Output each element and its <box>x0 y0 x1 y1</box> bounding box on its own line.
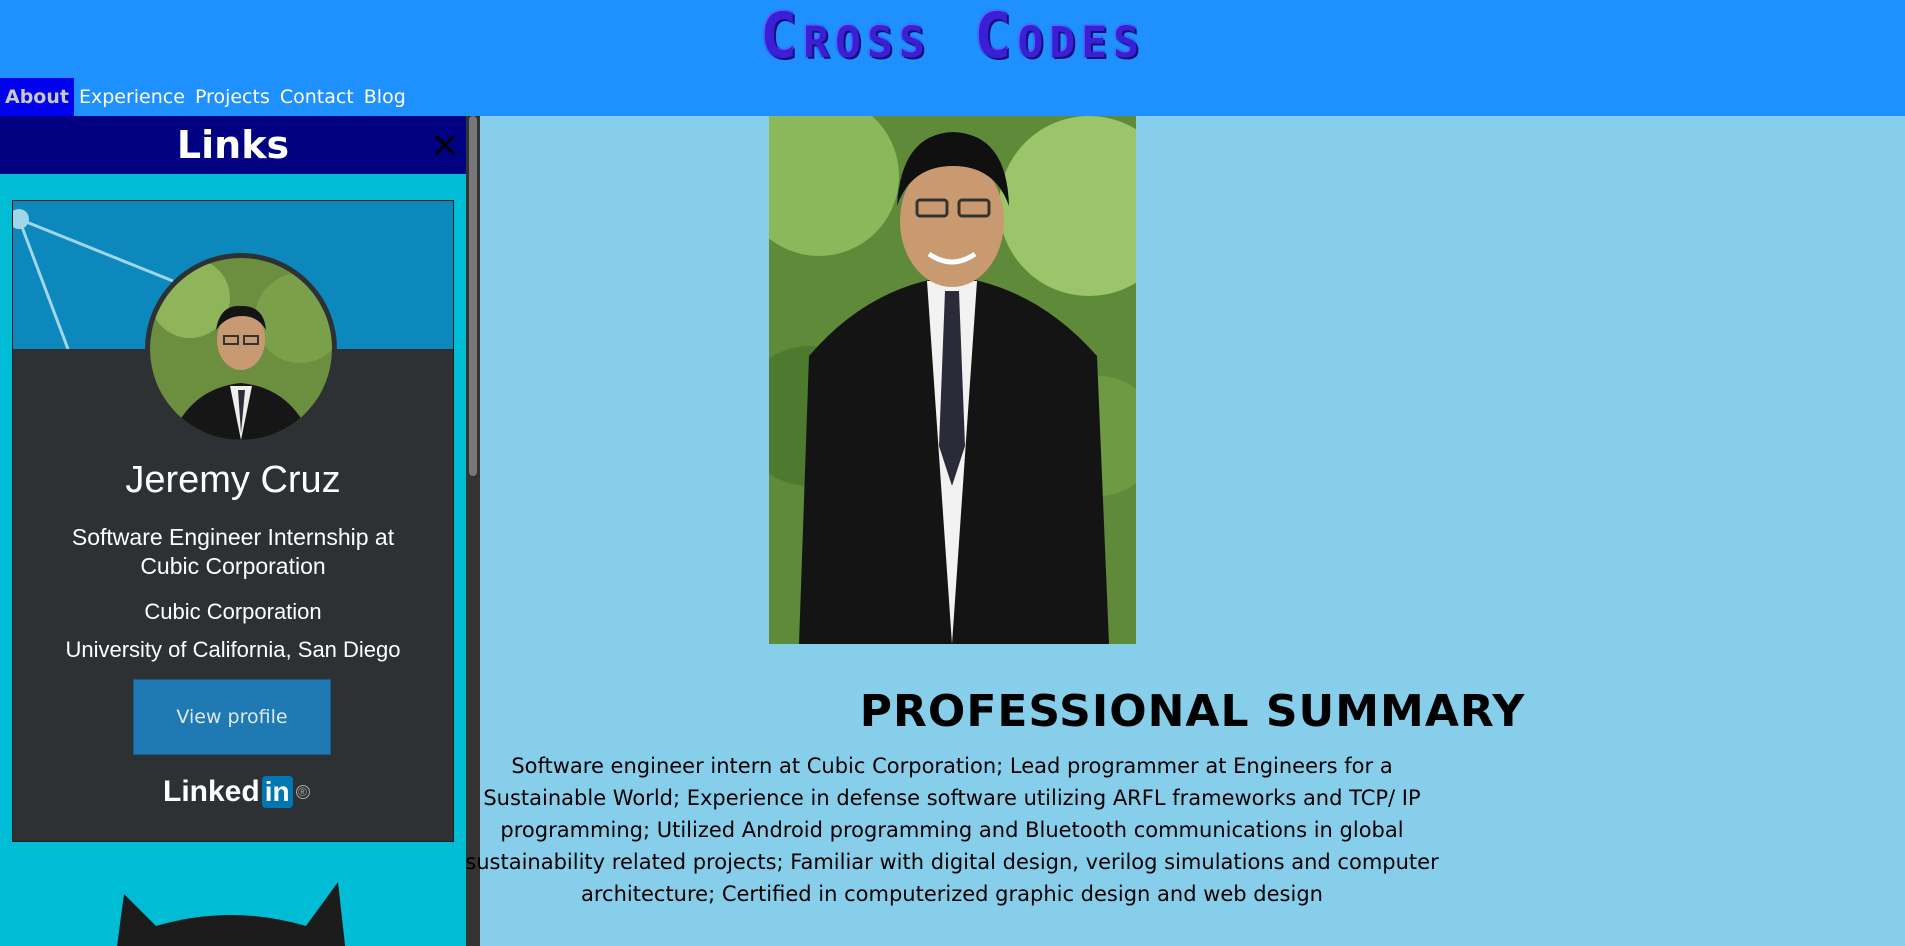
scrollbar-thumb[interactable] <box>469 116 477 476</box>
linkedin-badge: Jeremy Cruz Software Engineer Internship… <box>12 200 454 842</box>
profile-school: University of California, San Diego <box>65 637 401 662</box>
sidebar-header: Links <box>0 116 466 174</box>
nav-contact[interactable]: Contact <box>275 78 359 116</box>
avatar <box>145 253 337 445</box>
profile-photo <box>769 116 1136 644</box>
linkedin-logo[interactable]: Linked in ® <box>163 775 310 809</box>
nav-blog[interactable]: Blog <box>359 78 411 116</box>
view-profile-button[interactable]: View profile <box>133 679 331 755</box>
profile-name: Jeremy Cruz <box>125 459 341 501</box>
section-heading: PROFESSIONAL SUMMARY <box>859 686 1526 737</box>
profile-company: Cubic Corporation <box>144 599 322 624</box>
close-icon[interactable] <box>430 130 460 160</box>
links-sidebar: Links Jeremy Cruz Software Engineer Inte… <box>0 116 466 946</box>
main-nav: About Experience Projects Contact Blog <box>0 78 411 116</box>
registered-mark: ® <box>295 785 310 799</box>
profile-headline: Software Engineer Internship at Cubic Co… <box>71 524 395 579</box>
site-header: Cross Codes About Experience Projects Co… <box>0 0 1905 116</box>
nav-experience[interactable]: Experience <box>74 78 190 116</box>
site-title: Cross Codes <box>759 0 1146 72</box>
summary-text: Software engineer intern at Cubic Corpor… <box>465 754 1439 906</box>
linkedin-logo-text: Linked <box>163 775 260 808</box>
sidebar-title: Links <box>176 123 290 167</box>
github-icon[interactable] <box>116 874 346 946</box>
nav-about[interactable]: About <box>0 78 74 116</box>
linkedin-in-box: in <box>261 776 293 808</box>
nav-projects[interactable]: Projects <box>190 78 275 116</box>
